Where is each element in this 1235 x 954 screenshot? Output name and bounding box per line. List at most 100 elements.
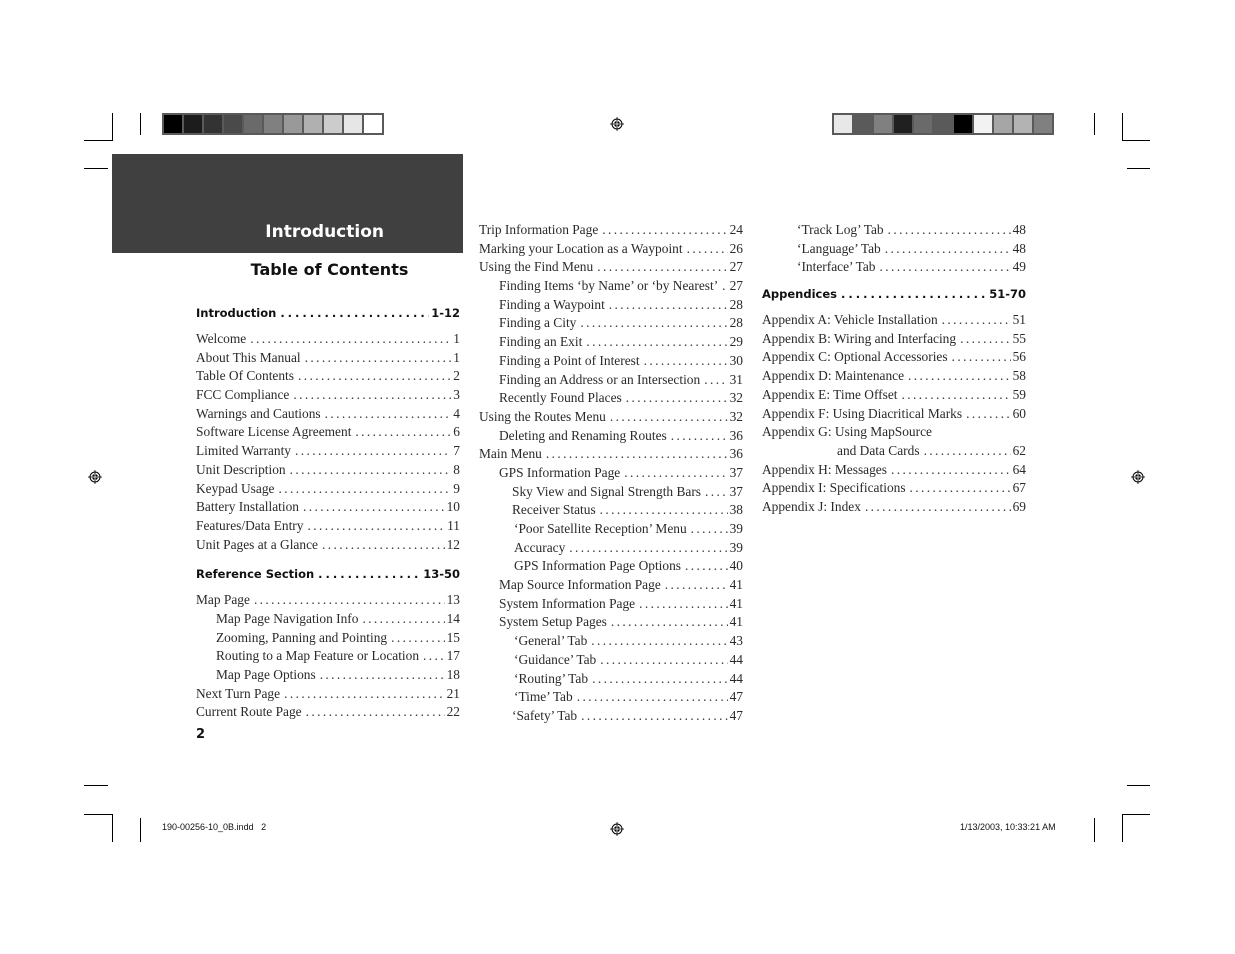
toc-section-heading[interactable]: Appendices 51-70 [762,283,1026,305]
toc-entry[interactable]: Finding a City 28 [479,314,743,333]
toc-entry-page: 4 [453,405,460,421]
toc-entry[interactable]: and Data Cards 62 [762,442,1026,461]
toc-entry-page: 37 [729,464,743,480]
toc-entry[interactable]: Appendix B: Wiring and Interfacing 55 [762,330,1026,349]
toc-entry[interactable]: ‘Time’ Tab 47 [479,688,743,707]
toc-entry-label: Welcome [196,331,247,346]
toc-entry[interactable]: Marking your Location as a Waypoint 26 [479,240,743,259]
toc-entry[interactable]: Sky View and Signal Strength Bars 37 [479,483,743,502]
dot-leader [865,498,1011,517]
toc-entry[interactable]: Limited Warranty 7 [196,442,460,461]
toc-entry[interactable]: System Setup Pages 41 [479,613,743,632]
toc-entry[interactable]: Keypad Usage 9 [196,480,460,499]
toc-entry[interactable]: ‘Guidance’ Tab 44 [479,651,743,670]
toc-entry[interactable]: Finding an Address or an Intersection 31 [479,371,743,390]
toc-entry[interactable]: Using the Find Menu 27 [479,258,743,277]
toc-entry[interactable]: ‘Safety’ Tab 47 [479,707,743,726]
toc-entry[interactable]: ‘Poor Satellite Reception’ Menu 39 [479,520,743,539]
crop-mark [1122,814,1150,815]
toc-entry[interactable]: Deleting and Renaming Routes 36 [479,427,743,446]
registration-mark-icon [88,470,102,484]
color-swatch [224,115,242,133]
toc-entry[interactable]: Appendix F: Using Diacritical Marks 60 [762,405,1026,424]
toc-entry[interactable]: System Information Page 41 [479,595,743,614]
toc-entry[interactable]: Trip Information Page 24 [479,221,743,240]
color-swatch [854,115,872,133]
toc-entry-page: 27 [729,259,743,275]
toc-entry[interactable]: ‘Track Log’ Tab 48 [762,221,1026,240]
toc-entry[interactable]: Appendix D: Maintenance 58 [762,367,1026,386]
toc-entry[interactable]: Appendix J: Index 69 [762,498,1026,517]
toc-entry-label: Appendix J: Index [762,498,861,514]
toc-entry[interactable]: Finding a Waypoint 28 [479,296,743,315]
toc-entry[interactable]: Appendix C: Optional Accessories 56 [762,348,1026,367]
toc-entry-page: 41 [729,595,743,611]
toc-entry[interactable]: GPS Information Page 37 [479,464,743,483]
toc-entry[interactable]: Unit Description 8 [196,461,460,480]
toc-entry-page: 47 [729,707,743,723]
toc-entry-page: 13 [446,592,460,608]
toc-entry[interactable]: Map Source Information Page 41 [479,576,743,595]
toc-entry[interactable]: Appendix I: Specifications 67 [762,479,1026,498]
toc-entry[interactable]: Finding Items ‘by Name’ or ‘by Nearest’ 2… [479,277,743,296]
toc-entry[interactable]: Appendix E: Time Offset 59 [762,386,1026,405]
toc-entry[interactable]: Appendix A: Vehicle Installation 51 [762,311,1026,330]
toc-entry[interactable]: Routing to a Map Feature or Location 17 [196,647,460,666]
toc-entry[interactable]: Map Page Options 18 [196,666,460,685]
toc-entry-page: 39 [729,539,743,555]
toc-entry[interactable]: Next Turn Page 21 [196,685,460,704]
toc-entry-label: System Setup Pages [499,614,607,630]
toc-entry-page: 39 [729,521,743,536]
toc-section-heading[interactable]: Introduction 1-12 [196,302,460,324]
toc-entry[interactable]: Recently Found Places 32 [479,389,743,408]
toc-entry[interactable]: ‘General’ Tab 43 [479,632,743,651]
toc-entry-page: 11 [447,517,460,533]
toc-entry-label: About This Manual [196,349,301,365]
toc-entry[interactable]: Main Menu 36 [479,445,743,464]
toc-entry[interactable]: ‘Language’ Tab 48 [762,240,1026,259]
dot-leader [322,536,445,555]
color-swatch [344,115,362,133]
toc-entry[interactable]: ‘Interface’ Tab 49 [762,258,1026,277]
toc-entry-label: Receiver Status [512,502,596,518]
toc-entry-page: 41 [729,614,743,630]
dot-leader [569,539,727,558]
dot-leader [691,520,728,539]
toc-entry[interactable]: About This Manual 1 [196,349,460,368]
toc-entry[interactable]: GPS Information Page Options 40 [479,557,743,576]
toc-entry[interactable]: Zooming, Panning and Pointing 15 [196,629,460,648]
chapter-title: Introduction [265,222,384,242]
toc-entry[interactable]: Features/Data Entry 11 [196,517,460,536]
toc-entry[interactable]: Appendix G: Using MapSource [762,423,1026,442]
toc-entry[interactable]: Software License Agreement 6 [196,423,460,442]
toc-entry[interactable]: Welcome 1 [196,330,460,349]
toc-entry[interactable]: Accuracy 39 [479,539,743,558]
color-swatch [324,115,342,133]
dot-leader [602,221,727,240]
color-swatch [874,115,892,133]
toc-entry[interactable]: Appendix H: Messages 64 [762,461,1026,480]
toc-entry[interactable]: Map Page 13 [196,591,460,610]
toc-entry-page: 1 [453,349,460,365]
toc-entry-label: ‘Track Log’ Tab [797,222,884,237]
toc-section-heading[interactable]: Reference Section 13-50 [196,563,460,585]
crop-mark [1122,814,1123,842]
toc-entry-label: Appendix F: Using Diacritical Marks [762,405,963,421]
toc-entry-label: ‘Safety’ Tab [512,707,578,723]
toc-entry[interactable]: FCC Compliance 3 [196,386,460,405]
toc-entry[interactable]: Finding a Point of Interest 30 [479,352,743,371]
toc-entry-page: 30 [729,352,743,368]
color-swatch [1014,115,1032,133]
toc-entry[interactable]: Current Route Page 22 [196,703,460,722]
toc-entry[interactable]: Unit Pages at a Glance 12 [196,536,460,555]
toc-entry[interactable]: Using the Routes Menu 32 [479,408,743,427]
toc-entry[interactable]: ‘Routing’ Tab 44 [479,670,743,689]
toc-entry[interactable]: Battery Installation 10 [196,498,460,517]
toc-entry-page: 32 [729,408,743,424]
toc-entry[interactable]: Receiver Status 38 [479,501,743,520]
toc-entry[interactable]: Table Of Contents 2 [196,367,460,386]
toc-entry[interactable]: Warnings and Cautions 4 [196,405,460,424]
toc-entry[interactable]: Finding an Exit 29 [479,333,743,352]
slug-timestamp: 1/13/2003, 10:33:21 AM [960,822,1056,832]
toc-entry[interactable]: Map Page Navigation Info 14 [196,610,460,629]
